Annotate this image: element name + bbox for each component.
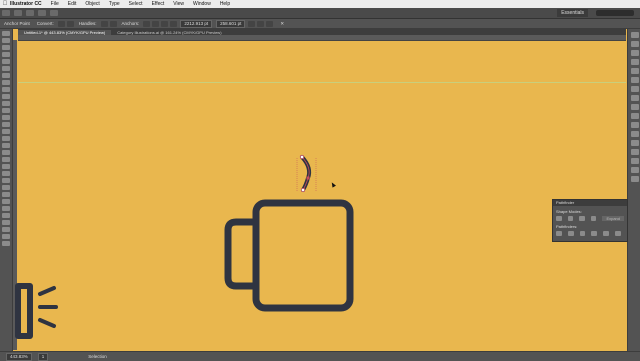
minus-front-icon[interactable] — [567, 216, 574, 221]
divide-icon[interactable] — [556, 231, 562, 236]
pathfinder-panel: Pathfinder Shape Modes: Expand Pathfinde… — [552, 199, 628, 242]
minus-back-icon[interactable] — [615, 231, 621, 236]
shape-modes-row: Expand — [553, 216, 627, 221]
intersect-icon[interactable] — [579, 216, 585, 221]
megaphone-line-1 — [38, 286, 56, 296]
pathfinder-title[interactable]: Pathfinder — [553, 200, 627, 206]
shape-modes-label: Shape Modes: — [556, 209, 582, 214]
artboard-illustration — [15, 155, 354, 339]
unite-icon[interactable] — [556, 216, 562, 221]
anchor-point-top — [300, 155, 304, 159]
zoom-field[interactable]: 443.83% — [6, 352, 32, 361]
current-tool-label: Selection — [88, 354, 107, 359]
trim-icon[interactable] — [567, 231, 574, 236]
artboard-field[interactable]: 1 — [37, 352, 49, 361]
anchor-point-bottom — [301, 188, 305, 192]
megaphone-shape — [15, 283, 33, 339]
anchor-point-mid — [306, 176, 310, 180]
merge-icon[interactable] — [579, 231, 586, 236]
megaphone-line-3 — [38, 318, 56, 328]
pathfinders-label: Pathfinders: — [556, 224, 578, 229]
mug-handle — [224, 218, 256, 290]
expand-button[interactable]: Expand — [602, 216, 625, 221]
crop-icon[interactable] — [591, 231, 598, 236]
exclude-icon[interactable] — [590, 216, 597, 221]
mug-body — [252, 199, 354, 312]
pathfinders-row — [553, 231, 627, 236]
outline-icon[interactable] — [603, 231, 610, 236]
